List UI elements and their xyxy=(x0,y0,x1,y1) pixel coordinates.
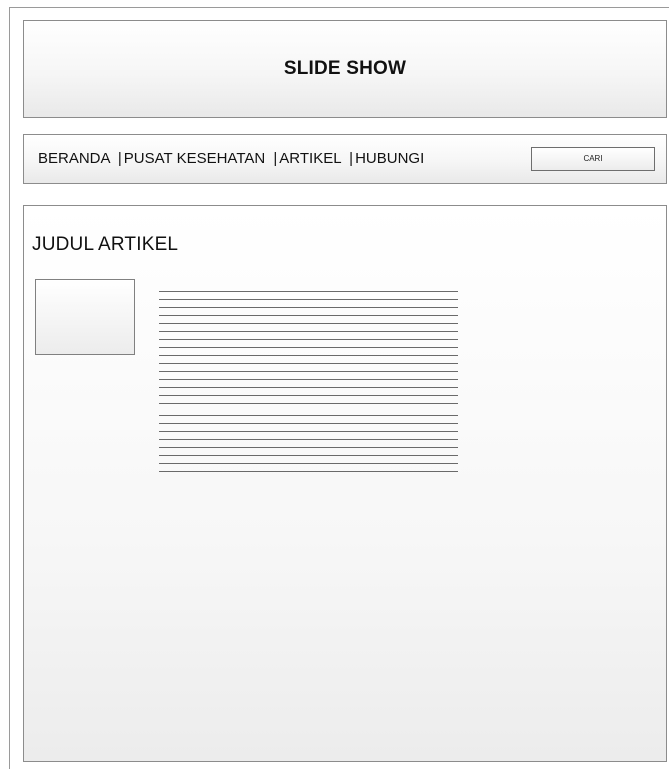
nav-links: BERANDA | PUSAT KESEHATAN | ARTIKEL | HUBUN… xyxy=(38,150,424,167)
text-placeholder-line xyxy=(159,363,458,364)
nav-separator: | xyxy=(117,150,122,167)
text-placeholder-line xyxy=(159,455,458,456)
text-placeholder-line xyxy=(159,291,458,292)
nav-separator: | xyxy=(273,150,278,167)
text-placeholder-line xyxy=(159,339,458,340)
article-content-panel: JUDUL ARTIKEL xyxy=(23,205,667,762)
article-title: JUDUL ARTIKEL xyxy=(32,234,179,255)
text-placeholder-line xyxy=(159,323,458,324)
text-placeholder-line xyxy=(159,463,458,464)
text-placeholder-line xyxy=(159,347,458,348)
text-placeholder-line xyxy=(159,423,458,424)
article-image-placeholder xyxy=(35,279,135,355)
text-placeholder-line xyxy=(159,371,458,372)
text-placeholder-line xyxy=(159,299,458,300)
text-placeholder-line xyxy=(159,471,458,472)
text-placeholder-line xyxy=(159,307,458,308)
text-placeholder-line xyxy=(159,395,458,396)
text-placeholder-line xyxy=(159,355,458,356)
text-placeholder-line xyxy=(159,415,458,416)
text-placeholder-line xyxy=(159,331,458,332)
text-placeholder-line xyxy=(159,447,458,448)
nav-item-artikel[interactable]: ARTIKEL xyxy=(279,150,341,167)
nav-item-beranda[interactable]: BERANDA xyxy=(38,150,110,167)
text-placeholder-line xyxy=(159,431,458,432)
search-button[interactable]: CARI xyxy=(531,147,655,171)
text-placeholder-line xyxy=(159,379,458,380)
text-placeholder-line xyxy=(159,315,458,316)
nav-item-hubungi[interactable]: HUBUNGI xyxy=(355,150,424,167)
text-placeholder-line xyxy=(159,403,458,404)
text-placeholder-line xyxy=(159,439,458,440)
nav-separator: | xyxy=(349,150,354,167)
navigation-bar: BERANDA | PUSAT KESEHATAN | ARTIKEL | HUBUN… xyxy=(23,134,667,184)
nav-item-pusat-kesehatan[interactable]: PUSAT KESEHATAN xyxy=(124,150,265,167)
slideshow-banner[interactable]: SLIDE SHOW xyxy=(23,20,667,118)
text-placeholder-line xyxy=(159,387,458,388)
slideshow-title: SLIDE SHOW xyxy=(283,58,407,79)
